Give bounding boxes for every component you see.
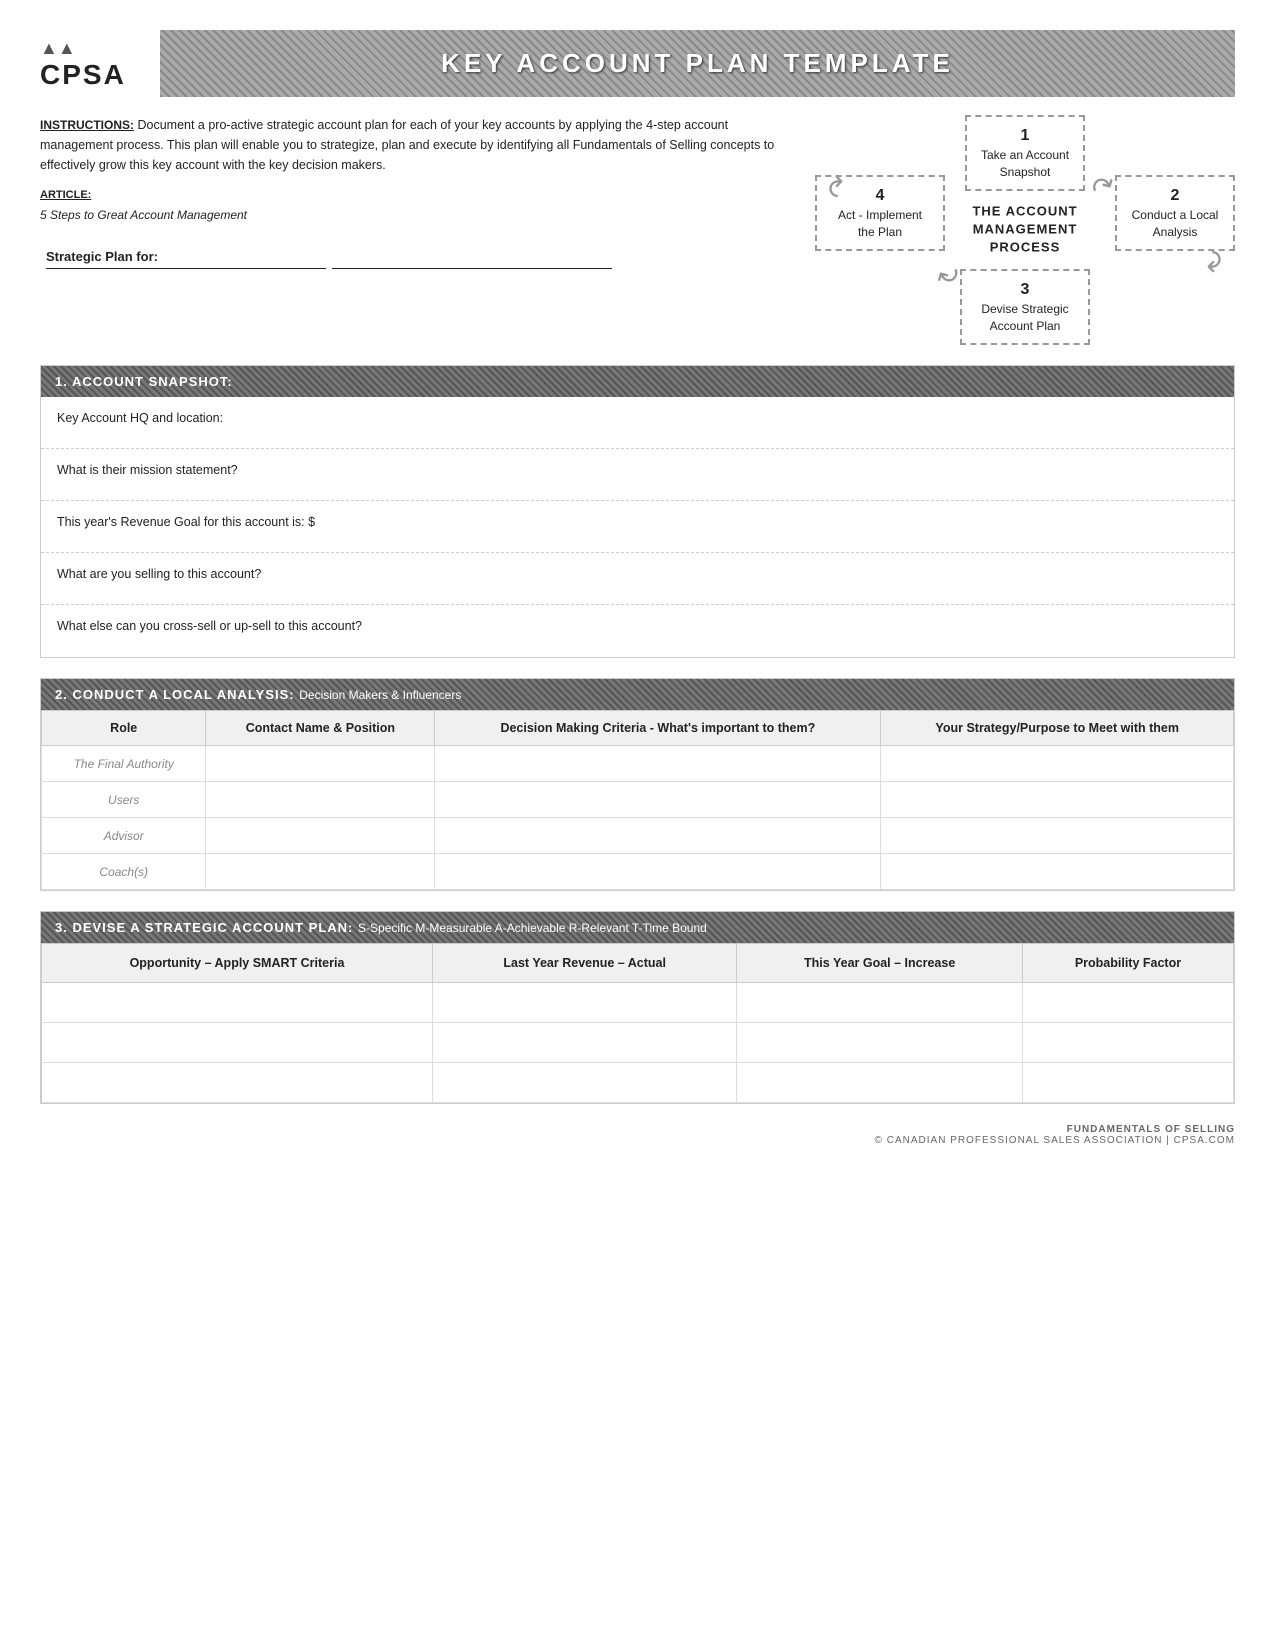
arrow-4: ↷ xyxy=(822,175,855,198)
col-role: Role xyxy=(42,711,206,746)
role-cell-2: Users xyxy=(42,782,206,818)
arrow-2: ↷ xyxy=(1195,250,1228,273)
table-row: Coach(s) xyxy=(42,854,1234,890)
step3-label: Devise StrategicAccount Plan xyxy=(981,302,1068,333)
contact-cell-3 xyxy=(206,818,435,854)
analysis-table-header-row: Role Contact Name & Position Decision Ma… xyxy=(42,711,1234,746)
step4-label: Act - Implementthe Plan xyxy=(838,208,922,239)
smart-this-1 xyxy=(737,983,1023,1023)
col-strategy: Your Strategy/Purpose to Meet with them xyxy=(881,711,1234,746)
snapshot-row-3: This year's Revenue Goal for this accoun… xyxy=(41,501,1234,553)
logo-area: ▲▲ CPSA xyxy=(40,38,160,89)
snapshot-row-2: What is their mission statement? xyxy=(41,449,1234,501)
intro-text: INSTRUCTIONS: Document a pro-active stra… xyxy=(40,115,785,345)
page-footer: FUNDAMENTALS OF SELLING © CANADIAN PROFE… xyxy=(40,1124,1235,1146)
analysis-table: Role Contact Name & Position Decision Ma… xyxy=(41,710,1234,890)
page-title: KEY ACCOUNT PLAN TEMPLATE xyxy=(190,48,1205,79)
process-step-1: 1 Take an AccountSnapshot xyxy=(965,115,1085,191)
smart-opp-1 xyxy=(42,983,433,1023)
smart-header-row: Opportunity – Apply SMART Criteria Last … xyxy=(42,944,1234,983)
process-center-label: THE ACCOUNT MANAGEMENT PROCESS xyxy=(972,203,1077,258)
table-row: Advisor xyxy=(42,818,1234,854)
col-decision: Decision Making Criteria - What's import… xyxy=(435,711,881,746)
strategy-cell-3 xyxy=(881,818,1234,854)
smart-col-opp: Opportunity – Apply SMART Criteria xyxy=(42,944,433,983)
contact-cell-4 xyxy=(206,854,435,890)
snapshot-section: 1. ACCOUNT SNAPSHOT: Key Account HQ and … xyxy=(40,365,1235,658)
strategy-cell-4 xyxy=(881,854,1234,890)
smart-prob-1 xyxy=(1022,983,1233,1023)
smart-opp-2 xyxy=(42,1023,433,1063)
role-cell-1: The Final Authority xyxy=(42,746,206,782)
instructions-body: Document a pro-active strategic account … xyxy=(40,118,774,172)
page-header: ▲▲ CPSA KEY ACCOUNT PLAN TEMPLATE xyxy=(40,30,1235,97)
process-step-3: 3 Devise StrategicAccount Plan xyxy=(960,269,1090,345)
contact-cell-2 xyxy=(206,782,435,818)
smart-section: 3. DEVISE A STRATEGIC ACCOUNT PLAN: S-Sp… xyxy=(40,911,1235,1104)
smart-table: Opportunity – Apply SMART Criteria Last … xyxy=(41,943,1234,1103)
strategic-plan-line: Strategic Plan for: xyxy=(40,247,785,269)
process-step-2: 2 Conduct a LocalAnalysis xyxy=(1115,175,1235,251)
decision-cell-3 xyxy=(435,818,881,854)
article-label: ARTICLE: xyxy=(40,187,785,205)
instructions-label: INSTRUCTIONS: xyxy=(40,118,134,132)
smart-row-3 xyxy=(42,1063,1234,1103)
intro-section: INSTRUCTIONS: Document a pro-active stra… xyxy=(40,115,1235,345)
smart-row-2 xyxy=(42,1023,1234,1063)
smart-this-3 xyxy=(737,1063,1023,1103)
article-title: 5 Steps to Great Account Management xyxy=(40,208,247,222)
smart-last-3 xyxy=(432,1063,736,1103)
role-cell-4: Coach(s) xyxy=(42,854,206,890)
smart-row-1 xyxy=(42,983,1234,1023)
snapshot-row-1: Key Account HQ and location: xyxy=(41,397,1234,449)
step1-label: Take an AccountSnapshot xyxy=(981,148,1069,179)
snapshot-row-4: What are you selling to this account? xyxy=(41,553,1234,605)
title-banner: KEY ACCOUNT PLAN TEMPLATE xyxy=(160,30,1235,97)
strategy-cell-2 xyxy=(881,782,1234,818)
footer-line1: FUNDAMENTALS OF SELLING xyxy=(40,1124,1235,1135)
footer-line2: © CANADIAN PROFESSIONAL SALES ASSOCIATIO… xyxy=(40,1135,1235,1146)
logo-icon: ▲▲ xyxy=(40,38,160,59)
col-contact: Contact Name & Position xyxy=(206,711,435,746)
contact-cell-1 xyxy=(206,746,435,782)
strategic-plan-underline xyxy=(332,247,612,269)
smart-this-2 xyxy=(737,1023,1023,1063)
logo-text: CPSA xyxy=(40,61,160,89)
smart-last-1 xyxy=(432,983,736,1023)
smart-col-this-year: This Year Goal – Increase xyxy=(737,944,1023,983)
smart-header: 3. DEVISE A STRATEGIC ACCOUNT PLAN: S-Sp… xyxy=(41,912,1234,943)
snapshot-header: 1. ACCOUNT SNAPSHOT: xyxy=(41,366,1234,397)
step2-label: Conduct a LocalAnalysis xyxy=(1132,208,1219,239)
role-cell-3: Advisor xyxy=(42,818,206,854)
snapshot-row-5: What else can you cross-sell or up-sell … xyxy=(41,605,1234,657)
smart-last-2 xyxy=(432,1023,736,1063)
smart-prob-3 xyxy=(1022,1063,1233,1103)
smart-prob-2 xyxy=(1022,1023,1233,1063)
table-row: The Final Authority xyxy=(42,746,1234,782)
decision-cell-4 xyxy=(435,854,881,890)
smart-col-last-year: Last Year Revenue – Actual xyxy=(432,944,736,983)
process-diagram: 1 Take an AccountSnapshot 2 Conduct a Lo… xyxy=(815,115,1235,345)
analysis-section: 2. CONDUCT A LOCAL ANALYSIS: Decision Ma… xyxy=(40,678,1235,891)
strategy-cell-1 xyxy=(881,746,1234,782)
table-row: Users xyxy=(42,782,1234,818)
decision-cell-1 xyxy=(435,746,881,782)
decision-cell-2 xyxy=(435,782,881,818)
smart-opp-3 xyxy=(42,1063,433,1103)
analysis-header: 2. CONDUCT A LOCAL ANALYSIS: Decision Ma… xyxy=(41,679,1234,710)
smart-col-probability: Probability Factor xyxy=(1022,944,1233,983)
